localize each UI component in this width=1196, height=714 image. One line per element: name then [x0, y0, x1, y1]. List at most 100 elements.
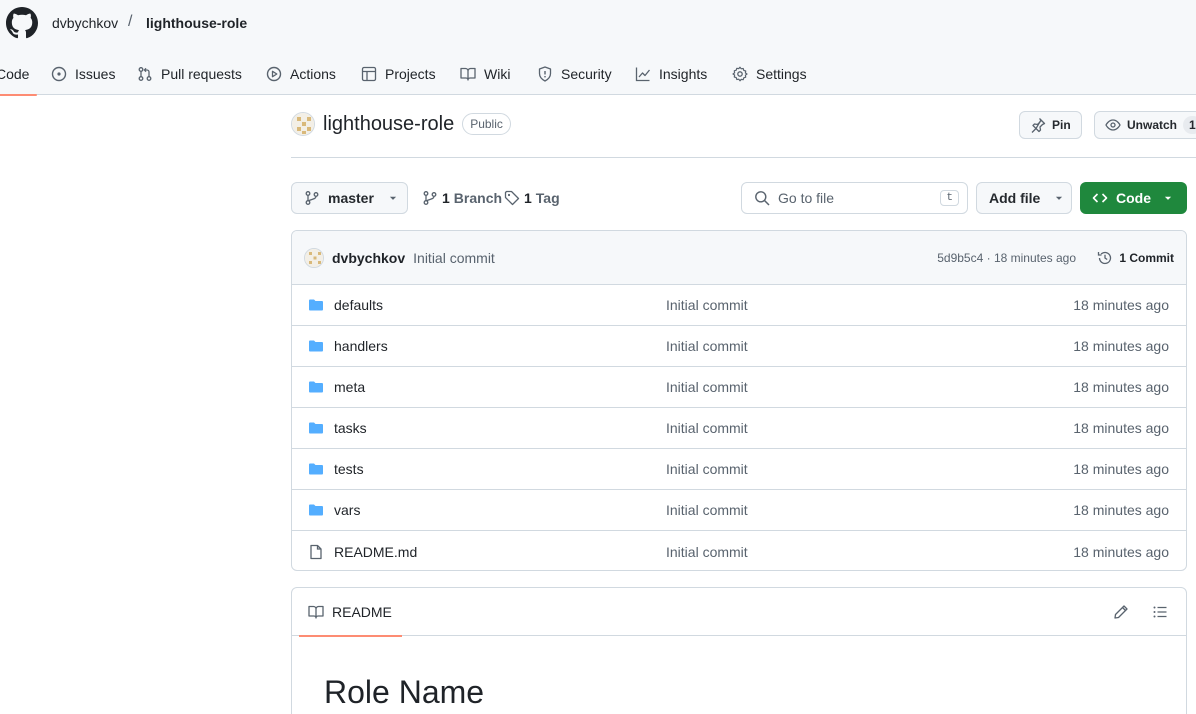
- caret-down-icon: [1164, 196, 1172, 200]
- list-unordered-icon[interactable]: [1152, 604, 1168, 620]
- caret-down-icon: [389, 196, 397, 200]
- file-commit-time: 18 minutes ago: [1073, 543, 1169, 560]
- file-commit-message[interactable]: Initial commit: [666, 502, 748, 518]
- visibility-badge: Public: [462, 113, 511, 135]
- repo-title-row: lighthouse-role Public: [291, 112, 511, 136]
- tab-wiki[interactable]: Wiki: [460, 52, 510, 95]
- caret-down-icon: [1056, 196, 1063, 200]
- branch-label: Branch: [453, 190, 503, 206]
- gear-icon: [732, 66, 748, 81]
- file-commit-time: 18 minutes ago: [1073, 297, 1169, 313]
- tab-security[interactable]: Security: [537, 52, 612, 95]
- code-button-label: Code: [1116, 190, 1151, 206]
- readme-tab[interactable]: README: [299, 588, 402, 637]
- commits-link[interactable]: 1 Commit: [1097, 250, 1174, 266]
- tag-icon: [504, 190, 520, 206]
- file-commit-message[interactable]: Initial commit: [666, 379, 748, 395]
- tab-projects-label: Projects: [385, 65, 436, 82]
- tab-actions-label: Actions: [290, 65, 336, 82]
- readme-header: README: [292, 588, 1186, 637]
- github-logo-icon[interactable]: [6, 7, 38, 39]
- file-commit-time: 18 minutes ago: [1073, 379, 1169, 395]
- file-commit-message[interactable]: Initial commit: [666, 297, 748, 313]
- file-row[interactable]: handlers Initial commit 18 minutes ago: [292, 326, 1186, 367]
- latest-commit-bar: dvbychkov Initial commit 5d9b5c4 · 18 mi…: [292, 231, 1186, 285]
- breadcrumb-repo[interactable]: lighthouse-role: [146, 14, 247, 32]
- file-commit-message[interactable]: Initial commit: [666, 338, 748, 354]
- tags-link[interactable]: 1 Tag: [504, 182, 560, 214]
- tag-count: 1: [524, 190, 532, 206]
- commit-author-avatar[interactable]: [304, 247, 324, 268]
- folder-icon: [309, 504, 323, 516]
- tab-projects[interactable]: Projects: [361, 52, 436, 95]
- add-file-button[interactable]: Add file: [976, 182, 1072, 214]
- play-icon: [266, 66, 282, 81]
- go-to-file-input[interactable]: Go to file t: [741, 182, 968, 214]
- tab-insights[interactable]: Insights: [635, 52, 707, 95]
- tab-code[interactable]: Code: [0, 52, 39, 96]
- file-row[interactable]: defaults Initial commit 18 minutes ago: [292, 285, 1186, 326]
- file-name[interactable]: README.md: [334, 544, 417, 560]
- file-list: dvbychkov Initial commit 5d9b5c4 · 18 mi…: [291, 230, 1187, 571]
- file-commit-time: 18 minutes ago: [1073, 420, 1169, 436]
- file-name[interactable]: tasks: [334, 420, 367, 436]
- file-row[interactable]: vars Initial commit 18 minutes ago: [292, 490, 1186, 531]
- file-row[interactable]: meta Initial commit 18 minutes ago: [292, 367, 1186, 408]
- repo-header: dvbychkov / lighthouse-role Code Issues …: [0, 0, 1196, 96]
- add-file-label: Add file: [989, 190, 1041, 206]
- readme-tab-label: README: [332, 604, 392, 620]
- graph-icon: [635, 67, 651, 81]
- branch-selector[interactable]: master: [291, 182, 408, 214]
- commit-hash-time[interactable]: 5d9b5c4 · 18 minutes ago: [937, 251, 1076, 265]
- git-branch-icon: [305, 191, 319, 205]
- go-to-file-placeholder: Go to file: [778, 190, 835, 206]
- branch-name: master: [328, 190, 374, 206]
- folder-icon: [309, 340, 323, 352]
- repo-name[interactable]: lighthouse-role: [323, 113, 454, 136]
- file-commit-message[interactable]: Initial commit: [666, 420, 748, 436]
- file-name[interactable]: handlers: [334, 338, 388, 354]
- owner-avatar[interactable]: [291, 112, 315, 136]
- folder-icon: [309, 299, 323, 311]
- file-commit-time: 18 minutes ago: [1073, 461, 1169, 477]
- tab-pull-requests[interactable]: Pull requests: [137, 52, 242, 95]
- folder-icon: [309, 381, 323, 393]
- commit-message[interactable]: Initial commit: [413, 250, 495, 266]
- pin-button[interactable]: Pin: [1019, 111, 1082, 139]
- breadcrumb-owner[interactable]: dvbychkov: [52, 14, 118, 32]
- eye-icon: [1105, 119, 1121, 131]
- keyboard-shortcut-hint: t: [940, 190, 959, 206]
- file-commit-time: 18 minutes ago: [1073, 502, 1169, 518]
- file-row[interactable]: README.md Initial commit 18 minutes ago: [292, 531, 1186, 570]
- readme-panel: README Role Name: [291, 587, 1187, 714]
- pin-icon: [1031, 118, 1046, 133]
- file-commit-message[interactable]: Initial commit: [666, 544, 748, 560]
- readme-heading: Role Name: [324, 674, 485, 710]
- watch-count: 1: [1183, 116, 1196, 134]
- pencil-icon[interactable]: [1113, 604, 1129, 620]
- tab-issues[interactable]: Issues: [51, 52, 115, 95]
- branch-count: 1: [442, 190, 450, 206]
- pin-label: Pin: [1052, 118, 1071, 132]
- unwatch-button[interactable]: Unwatch 1: [1094, 111, 1196, 139]
- tab-wiki-label: Wiki: [484, 65, 511, 82]
- commit-author[interactable]: dvbychkov: [332, 250, 405, 266]
- tab-settings[interactable]: Settings: [732, 52, 807, 95]
- tab-actions[interactable]: Actions: [266, 52, 336, 95]
- breadcrumb-separator: /: [128, 13, 133, 30]
- code-icon: [1092, 193, 1108, 203]
- file-name[interactable]: tests: [334, 461, 364, 477]
- branches-link[interactable]: 1 Branch: [422, 182, 502, 214]
- tab-pull-requests-label: Pull requests: [161, 65, 242, 82]
- file-commit-message[interactable]: Initial commit: [666, 461, 748, 477]
- code-button[interactable]: Code: [1080, 182, 1187, 214]
- file-name[interactable]: defaults: [334, 297, 383, 313]
- file-row[interactable]: tasks Initial commit 18 minutes ago: [292, 408, 1186, 449]
- history-icon: [1098, 251, 1112, 264]
- file-name[interactable]: vars: [334, 502, 360, 518]
- file-name[interactable]: meta: [334, 379, 365, 395]
- folder-icon: [309, 463, 323, 475]
- file-row[interactable]: tests Initial commit 18 minutes ago: [292, 449, 1186, 490]
- tag-label: Tag: [535, 190, 560, 206]
- tab-insights-label: Insights: [659, 65, 708, 82]
